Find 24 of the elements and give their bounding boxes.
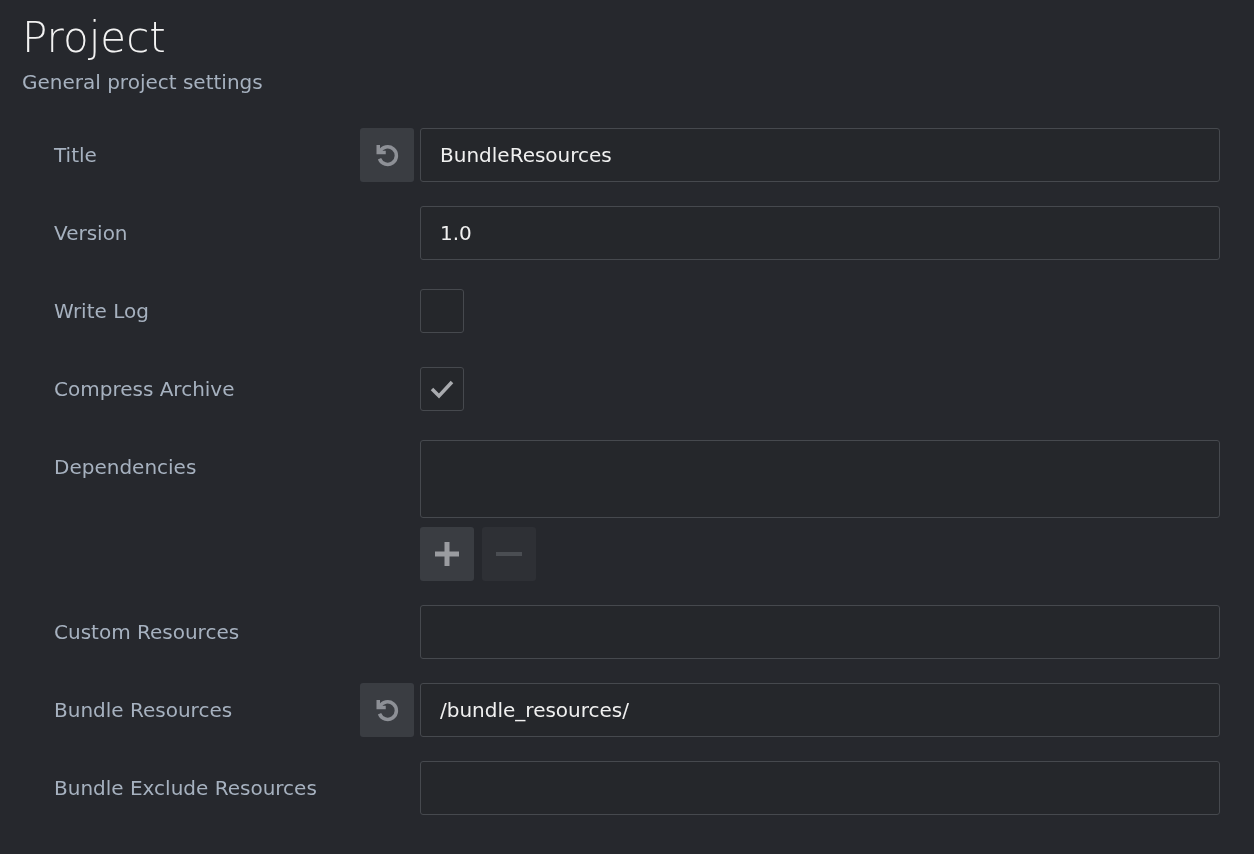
text-field[interactable] bbox=[420, 761, 1220, 815]
text-field[interactable]: 1.0 bbox=[420, 206, 1220, 260]
text-field[interactable] bbox=[420, 605, 1220, 659]
minus-icon bbox=[496, 551, 522, 557]
list-box[interactable] bbox=[420, 440, 1220, 518]
field-label: Custom Resources bbox=[54, 619, 240, 646]
checkmark-icon bbox=[429, 379, 455, 399]
page-title: Project bbox=[22, 12, 166, 64]
field-label: Bundle Exclude Resources bbox=[54, 775, 317, 802]
text-field[interactable]: BundleResources bbox=[420, 128, 1220, 182]
checkbox[interactable] bbox=[420, 289, 464, 333]
text-field[interactable]: /bundle_resources/ bbox=[420, 683, 1220, 737]
field-label: Dependencies bbox=[54, 454, 197, 481]
field-label: Write Log bbox=[54, 298, 149, 325]
checkbox[interactable] bbox=[420, 367, 464, 411]
add-button[interactable] bbox=[420, 527, 474, 581]
field-label: Title bbox=[54, 142, 97, 169]
plus-icon bbox=[434, 541, 460, 567]
field-label: Compress Archive bbox=[54, 376, 235, 403]
reset-button[interactable] bbox=[360, 683, 414, 737]
reset-button[interactable] bbox=[360, 128, 414, 182]
field-label: Bundle Resources bbox=[54, 697, 233, 724]
page-subtitle: General project settings bbox=[22, 69, 263, 96]
field-label: Version bbox=[54, 220, 128, 247]
